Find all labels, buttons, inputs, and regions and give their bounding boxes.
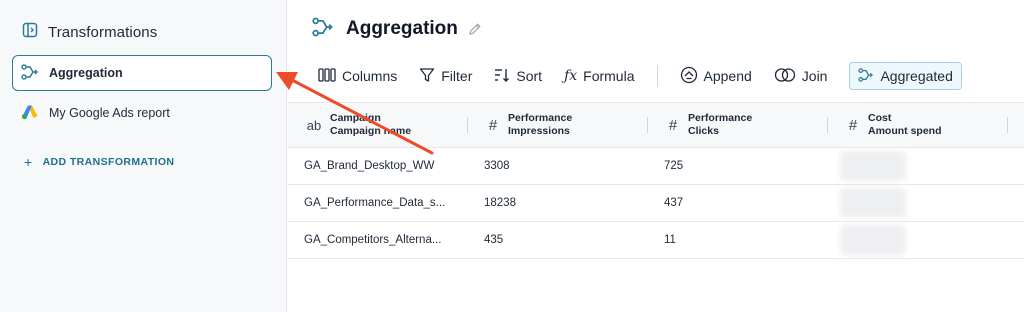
table-cell: 3308 (484, 160, 510, 172)
sidebar-item-label: Aggregation (49, 66, 123, 80)
aggregation-icon (21, 63, 39, 83)
pencil-icon[interactable] (468, 22, 482, 36)
join-icon (774, 67, 802, 86)
sort-label: Sort (516, 68, 543, 84)
toolbar-divider (656, 65, 658, 87)
table-row[interactable]: GA_Brand_Desktop_WW 3308 725 (288, 148, 1024, 185)
redacted-value (840, 225, 906, 255)
number-type-icon: # (848, 116, 858, 134)
table-cell: 18238 (484, 197, 516, 209)
sidebar-item-google-ads-report[interactable]: My Google Ads report (12, 95, 272, 131)
filter-button[interactable]: Filter (419, 62, 472, 90)
sidebar: Transformations Aggregation My Google Ad… (0, 0, 287, 312)
column-header-line2: Impressions (508, 125, 570, 137)
filter-icon (419, 67, 441, 86)
column-header-clicks[interactable]: # Performance Clicks (648, 103, 828, 147)
sidebar-title: Transformations (48, 23, 158, 41)
sidebar-header: Transformations (22, 20, 157, 44)
table-cell: GA_Competitors_Alterna... (304, 234, 442, 246)
table-cell: 725 (664, 160, 684, 172)
column-header-line1: Performance (508, 112, 573, 124)
redacted-value (840, 188, 906, 218)
columns-button[interactable]: Columns (318, 62, 397, 90)
page-title: Aggregation (346, 18, 458, 39)
number-type-icon: # (668, 116, 678, 134)
add-transformation-button[interactable]: + ADD TRANSFORMATION (24, 154, 174, 170)
column-header-line1: Cost (868, 112, 892, 124)
table-row[interactable]: GA_Performance_Data_s... 18238 437 (288, 185, 1024, 222)
column-header-line2: Campaign name (330, 125, 412, 137)
column-header-cost[interactable]: # Cost Amount spend (828, 103, 1008, 147)
table-cell: 437 (664, 197, 684, 209)
table-cell: 11 (664, 234, 676, 246)
column-header-line1: Performance (688, 112, 753, 124)
column-header-line2: Amount spend (868, 125, 942, 137)
toolbar: Columns Filter Sort ƒx Formula Append Jo… (318, 62, 962, 90)
column-header-impressions[interactable]: # Performance Impressions (468, 103, 648, 147)
sort-icon (494, 67, 516, 86)
table-cell: GA_Performance_Data_s... (304, 197, 446, 209)
join-label: Join (801, 68, 828, 84)
add-transformation-label: ADD TRANSFORMATION (42, 156, 175, 168)
append-icon (680, 66, 704, 87)
number-type-icon: # (488, 116, 498, 134)
table-cell-blurred (828, 222, 1008, 258)
sidebar-item-aggregation[interactable]: Aggregation (12, 55, 272, 91)
main-panel: Aggregation Columns Filter Sort ƒx Formu… (288, 0, 1024, 312)
sidebar-panel-icon (22, 22, 38, 43)
table-cell-blurred (828, 148, 1008, 184)
aggregation-icon (312, 17, 334, 42)
page-title-row: Aggregation (312, 15, 482, 43)
table-cell-blurred (828, 185, 1008, 221)
sidebar-item-label: My Google Ads report (49, 106, 170, 120)
columns-icon (318, 67, 342, 86)
append-button[interactable]: Append (680, 62, 752, 90)
columns-label: Columns (342, 68, 398, 84)
redacted-value (840, 151, 906, 181)
text-type-icon: ab (306, 117, 322, 133)
formula-icon: ƒx (564, 68, 578, 84)
filter-label: Filter (441, 68, 473, 84)
formula-button[interactable]: ƒx Formula (564, 62, 634, 90)
join-button[interactable]: Join (774, 62, 828, 90)
table-header: ab Campaign Campaign name # Performance … (288, 102, 1024, 148)
column-header-campaign[interactable]: ab Campaign Campaign name (288, 103, 468, 147)
formula-label: Formula (583, 68, 635, 84)
append-label: Append (703, 68, 752, 84)
table-cell: GA_Brand_Desktop_WW (304, 160, 435, 172)
sort-button[interactable]: Sort (494, 62, 542, 90)
column-header-line2: Clicks (688, 125, 719, 137)
column-header-line1: Campaign (330, 112, 381, 124)
aggregation-icon (858, 67, 880, 85)
aggregated-label: Aggregated (880, 68, 953, 84)
aggregated-button[interactable]: Aggregated (849, 62, 962, 90)
google-ads-icon (21, 104, 39, 123)
table-cell: 435 (484, 234, 504, 246)
plus-icon: + (24, 154, 33, 170)
table-row[interactable]: GA_Competitors_Alterna... 435 11 (288, 222, 1024, 259)
data-table: ab Campaign Campaign name # Performance … (288, 102, 1024, 259)
column-divider[interactable] (1007, 117, 1008, 133)
